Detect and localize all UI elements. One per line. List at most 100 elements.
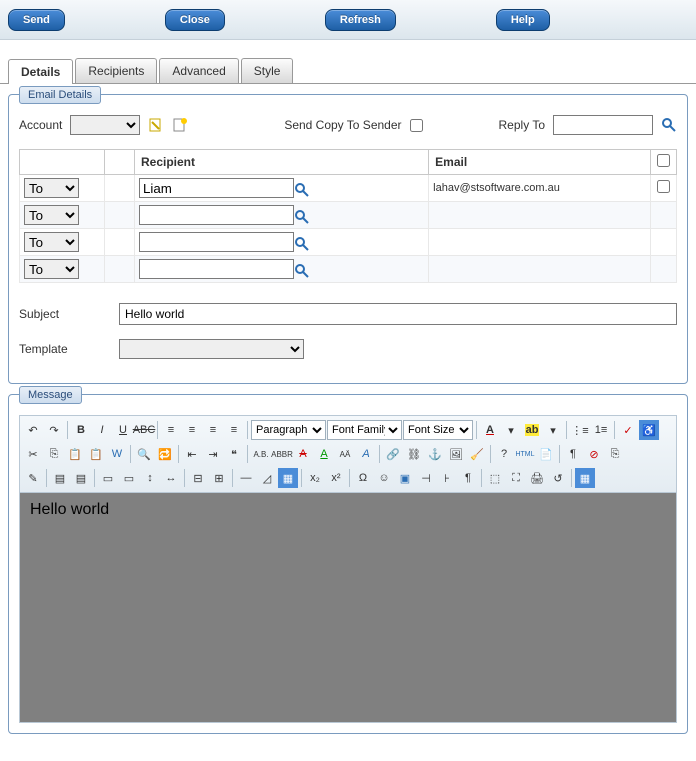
font-family-select[interactable]: Font Family (327, 420, 402, 440)
visual-aid-icon[interactable]: ▦ (575, 468, 595, 488)
edit-icon[interactable] (148, 117, 164, 133)
redo-icon[interactable]: ↷ (44, 420, 64, 440)
recipient-input[interactable] (139, 259, 294, 279)
layer-new-icon[interactable]: ↔ (161, 468, 181, 488)
fullscreen-icon[interactable]: ⛶ (506, 468, 526, 488)
cancel-icon[interactable]: ⊘ (584, 444, 604, 464)
insert-row-after-icon[interactable]: ▤ (71, 468, 91, 488)
paste-word-icon[interactable]: W (107, 444, 127, 464)
table-icon[interactable]: ▦ (278, 468, 298, 488)
dropdown-icon[interactable]: ▾ (543, 420, 563, 440)
number-list-icon[interactable]: 1≡ (591, 420, 611, 440)
outdent-icon[interactable]: ⇤ (182, 444, 202, 464)
superscript-icon[interactable]: x² (326, 468, 346, 488)
tab-advanced[interactable]: Advanced (159, 58, 238, 83)
layer-abs-icon[interactable]: ↕ (140, 468, 160, 488)
align-center-icon[interactable]: ≡ (182, 420, 202, 440)
unlink-icon[interactable]: ⛓ (404, 444, 424, 464)
layer-forward-icon[interactable]: ▭ (98, 468, 118, 488)
tab-recipients[interactable]: Recipients (75, 58, 157, 83)
recipient-input[interactable] (139, 205, 294, 225)
select-all-checkbox[interactable] (657, 154, 670, 167)
eraser-icon[interactable]: ◿ (257, 468, 277, 488)
link-icon[interactable]: 🔗 (383, 444, 403, 464)
recipient-type-select[interactable]: To (24, 205, 79, 225)
pagebreak-icon[interactable]: ⊣ (416, 468, 436, 488)
visualchars-icon[interactable]: ¶ (458, 468, 478, 488)
indent-icon[interactable]: ⇥ (203, 444, 223, 464)
merge-cells-icon[interactable]: ⊟ (188, 468, 208, 488)
tab-style[interactable]: Style (241, 58, 294, 83)
newdoc-icon[interactable]: ↺ (548, 468, 568, 488)
html-icon[interactable]: HTML (515, 444, 535, 464)
paragraph-select[interactable]: Paragraph (251, 420, 326, 440)
layer-back-icon[interactable]: ▭ (119, 468, 139, 488)
paste-icon[interactable]: 📋 (65, 444, 85, 464)
account-select[interactable] (70, 115, 140, 135)
template-insert-icon[interactable]: ⎘ (605, 444, 625, 464)
recipient-input[interactable] (139, 178, 294, 198)
send-button[interactable]: Send (8, 9, 65, 31)
reply-to-lookup-icon[interactable] (661, 117, 677, 133)
send-copy-checkbox[interactable] (410, 119, 423, 132)
recipient-lookup-icon[interactable] (294, 209, 310, 225)
text-color-icon[interactable]: A (480, 420, 500, 440)
select-all-icon[interactable]: ⬚ (485, 468, 505, 488)
find-icon[interactable]: 🔍 (134, 444, 154, 464)
hr-icon[interactable]: — (236, 468, 256, 488)
media-icon[interactable]: ▣ (395, 468, 415, 488)
blockquote-icon[interactable]: ❝ (224, 444, 244, 464)
font-size-select[interactable]: Font Size (403, 420, 473, 440)
edit-css-icon[interactable]: ✎ (23, 468, 43, 488)
replace-icon[interactable]: 🔁 (155, 444, 175, 464)
image-icon[interactable]: 🖼 (446, 444, 466, 464)
tab-details[interactable]: Details (8, 59, 73, 84)
cite-icon[interactable]: AÄ (335, 444, 355, 464)
recipient-type-select[interactable]: To (24, 232, 79, 252)
reply-to-input[interactable] (553, 115, 653, 135)
subscript-icon[interactable]: x₂ (305, 468, 325, 488)
recipient-type-select[interactable]: To (24, 259, 79, 279)
copy-icon[interactable]: ⎘ (44, 444, 64, 464)
insert-row-before-icon[interactable]: ▤ (50, 468, 70, 488)
undo-icon[interactable]: ↶ (23, 420, 43, 440)
help-icon[interactable]: ? (494, 444, 514, 464)
spellcheck-icon[interactable]: ✓ (618, 420, 638, 440)
align-justify-icon[interactable]: ≡ (224, 420, 244, 440)
editor-content[interactable]: Hello world (19, 493, 677, 723)
recipient-lookup-icon[interactable] (294, 236, 310, 252)
recipient-type-select[interactable]: To (24, 178, 79, 198)
align-right-icon[interactable]: ≡ (203, 420, 223, 440)
abbr-icon[interactable]: A.B. (251, 444, 271, 464)
special-char-icon[interactable]: Ω (353, 468, 373, 488)
close-button[interactable]: Close (165, 9, 225, 31)
strikethrough-icon[interactable]: ABC (134, 420, 154, 440)
new-icon[interactable] (172, 117, 188, 133)
recipient-lookup-icon[interactable] (294, 182, 310, 198)
del-icon[interactable]: A (293, 444, 313, 464)
cut-icon[interactable]: ✂ (23, 444, 43, 464)
paste-text-icon[interactable]: 📋 (86, 444, 106, 464)
underline-icon[interactable]: U (113, 420, 133, 440)
italic-icon[interactable]: I (92, 420, 112, 440)
cleanup-icon[interactable]: 🧹 (467, 444, 487, 464)
highlight-icon[interactable]: ab (522, 420, 542, 440)
bold-icon[interactable]: B (71, 420, 91, 440)
accessibility-icon[interactable]: ♿ (639, 420, 659, 440)
pilcrow-icon[interactable]: ¶ (563, 444, 583, 464)
help-button[interactable]: Help (496, 9, 550, 31)
dropdown-icon[interactable]: ▾ (501, 420, 521, 440)
refresh-button[interactable]: Refresh (325, 9, 396, 31)
split-cells-icon[interactable]: ⊞ (209, 468, 229, 488)
attrib-icon[interactable]: A (356, 444, 376, 464)
emoticon-icon[interactable]: ☺ (374, 468, 394, 488)
subject-input[interactable] (119, 303, 677, 325)
preview-icon[interactable]: 📄 (536, 444, 556, 464)
recipient-lookup-icon[interactable] (294, 263, 310, 279)
row-checkbox[interactable] (657, 180, 670, 193)
template-select[interactable] (119, 339, 304, 359)
align-left-icon[interactable]: ≡ (161, 420, 181, 440)
bullet-list-icon[interactable]: ⋮≡ (570, 420, 590, 440)
anchor-icon[interactable]: ⚓ (425, 444, 445, 464)
recipient-input[interactable] (139, 232, 294, 252)
